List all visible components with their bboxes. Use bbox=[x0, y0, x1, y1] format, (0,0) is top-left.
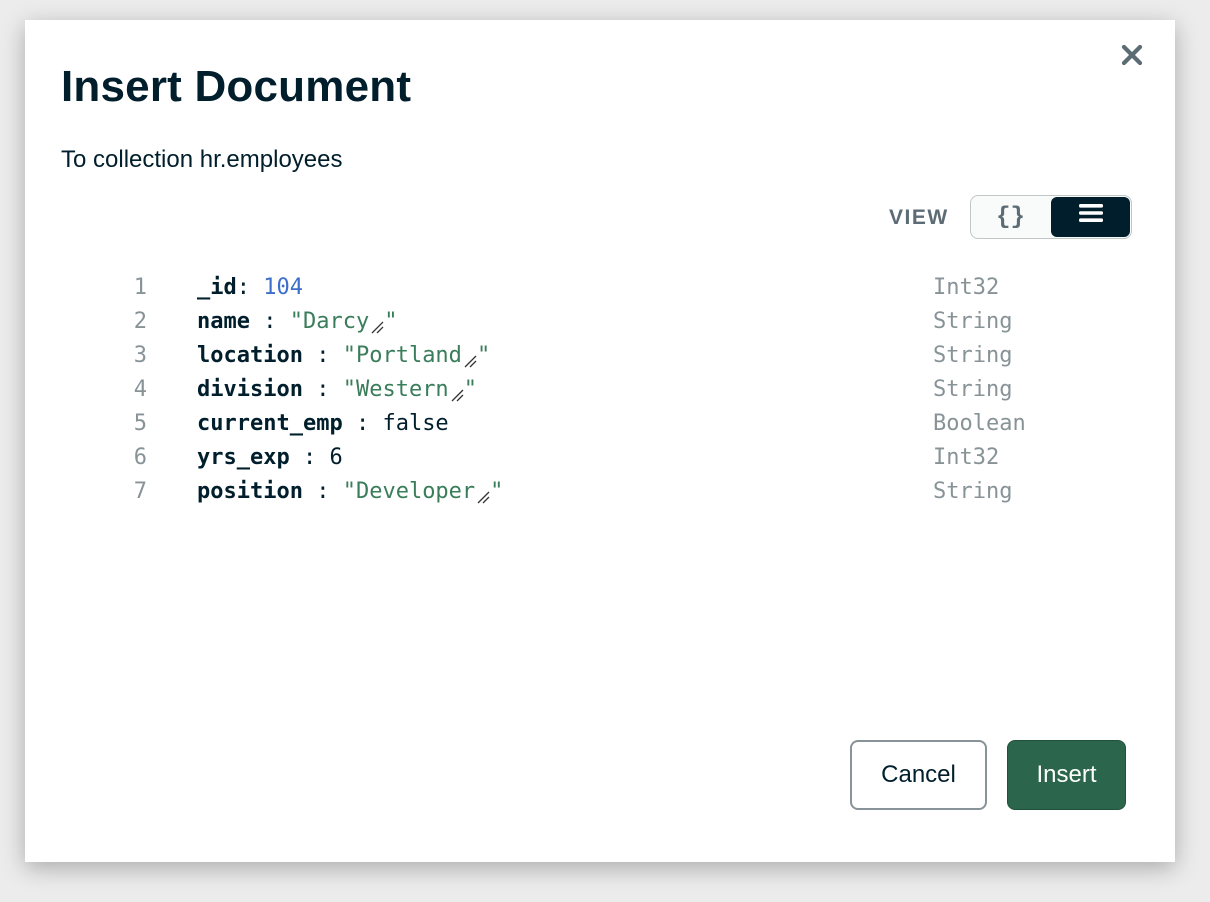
curly-braces-icon: {} bbox=[996, 203, 1025, 231]
line-number: 6 bbox=[133, 444, 147, 470]
list-view-toggle[interactable] bbox=[1051, 197, 1130, 237]
close-icon bbox=[1121, 44, 1143, 71]
cancel-button[interactable]: Cancel bbox=[850, 740, 987, 810]
view-toggle: {} bbox=[970, 195, 1132, 239]
field-row: 7 position : "Developer " String bbox=[125, 474, 1065, 508]
field-separator: : bbox=[236, 274, 264, 300]
field-value[interactable]: "Portland bbox=[343, 343, 462, 368]
field-key[interactable]: name bbox=[197, 309, 250, 334]
field-type[interactable]: String bbox=[933, 343, 1012, 368]
field-key[interactable]: location bbox=[197, 343, 303, 368]
field-separator: : bbox=[302, 342, 343, 368]
document-editor: 1 _id: 104 Int32 2 name : "Darcy " String… bbox=[125, 270, 1065, 508]
field-value-wrap[interactable]: "Darcy " bbox=[290, 309, 398, 334]
field-value-wrap[interactable]: "Western " bbox=[343, 377, 477, 402]
field-value-wrap[interactable]: "Portland " bbox=[343, 343, 490, 368]
field-key[interactable]: yrs_exp bbox=[197, 445, 290, 470]
field-type[interactable]: String bbox=[933, 309, 1012, 334]
insert-button[interactable]: Insert bbox=[1007, 740, 1126, 810]
field-key[interactable]: _id bbox=[197, 275, 237, 300]
field-value[interactable]: 104 bbox=[263, 275, 303, 300]
field-value[interactable]: false bbox=[382, 411, 448, 436]
resize-handle-icon[interactable] bbox=[370, 315, 384, 333]
resize-handle-icon[interactable] bbox=[476, 485, 490, 503]
line-number: 7 bbox=[133, 478, 147, 504]
modal-subtitle: To collection hr.employees bbox=[61, 146, 343, 173]
field-value[interactable]: "Western bbox=[343, 377, 449, 402]
field-value-quote: " bbox=[476, 342, 491, 368]
line-number: 3 bbox=[133, 342, 147, 368]
field-code: name : "Darcy " bbox=[197, 309, 397, 334]
field-separator: : bbox=[302, 478, 343, 504]
field-row: 6 yrs_exp : 6 Int32 bbox=[125, 440, 1065, 474]
field-key[interactable]: current_emp bbox=[197, 411, 343, 436]
field-value-quote: " bbox=[384, 308, 398, 334]
field-code: division : "Western " bbox=[197, 377, 477, 402]
field-type[interactable]: Int32 bbox=[933, 445, 999, 470]
field-key[interactable]: division bbox=[197, 377, 303, 402]
field-row: 5 current_emp : false Boolean bbox=[125, 406, 1065, 440]
list-icon bbox=[1078, 203, 1104, 231]
field-separator: : bbox=[289, 444, 330, 470]
field-row: 4 division : "Western " String bbox=[125, 372, 1065, 406]
field-separator: : bbox=[249, 308, 290, 334]
field-separator: : bbox=[302, 376, 343, 402]
field-value-wrap[interactable]: "Developer " bbox=[343, 479, 504, 504]
field-code: current_emp : false bbox=[197, 411, 449, 436]
field-separator: : bbox=[342, 410, 383, 436]
field-value[interactable]: "Darcy bbox=[290, 309, 369, 334]
field-code: yrs_exp : 6 bbox=[197, 445, 343, 470]
line-number: 2 bbox=[133, 308, 147, 334]
line-number: 1 bbox=[133, 274, 147, 300]
field-row: 3 location : "Portland " String bbox=[125, 338, 1065, 372]
field-value[interactable]: 6 bbox=[329, 445, 342, 470]
field-value-quote: " bbox=[490, 478, 504, 504]
field-type[interactable]: String bbox=[933, 479, 1012, 504]
field-key[interactable]: position bbox=[197, 479, 303, 504]
close-button[interactable] bbox=[1117, 42, 1147, 72]
field-row: 2 name : "Darcy " String bbox=[125, 304, 1065, 338]
view-label: VIEW bbox=[889, 206, 949, 229]
field-type[interactable]: String bbox=[933, 377, 1012, 402]
line-number: 4 bbox=[133, 376, 147, 402]
field-value[interactable]: "Developer bbox=[343, 479, 475, 504]
line-number: 5 bbox=[133, 410, 147, 436]
field-row: 1 _id: 104 Int32 bbox=[125, 270, 1065, 304]
field-type[interactable]: Int32 bbox=[933, 275, 999, 300]
field-value-quote: " bbox=[463, 376, 477, 402]
field-code: position : "Developer " bbox=[197, 479, 503, 504]
field-type[interactable]: Boolean bbox=[933, 411, 1026, 436]
field-code: location : "Portland " bbox=[197, 343, 490, 368]
json-view-toggle[interactable]: {} bbox=[971, 196, 1050, 238]
insert-document-modal: Insert Document To collection hr.employe… bbox=[25, 20, 1175, 862]
resize-handle-icon[interactable] bbox=[463, 349, 477, 367]
modal-title: Insert Document bbox=[61, 62, 412, 111]
resize-handle-icon[interactable] bbox=[450, 383, 464, 401]
field-code: _id: 104 bbox=[197, 275, 303, 300]
